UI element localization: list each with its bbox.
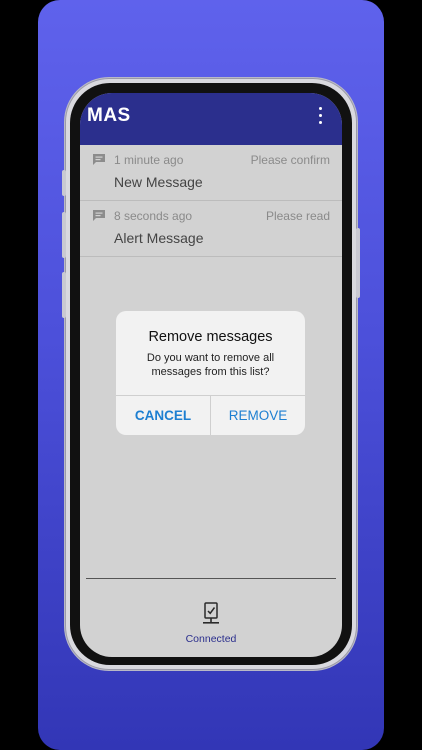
more-vert-icon[interactable] [314,107,326,125]
message-status: Please confirm [250,153,330,167]
list-item[interactable]: 1 minute ago Please confirm New Message [80,145,342,201]
app-screen: MAS 1 minute ago Please confirm New Mess… [80,93,342,657]
phone-side-button [62,272,66,318]
phone-side-button [62,170,66,196]
message-time: 8 seconds ago [114,209,193,223]
phone-side-button [356,228,360,298]
app-bar: MAS [80,93,342,145]
chat-bubble-icon [93,154,105,165]
cancel-button[interactable]: CANCEL [116,396,210,435]
footer-divider [86,578,336,579]
message-title: New Message [114,174,203,190]
message-status: Please read [265,209,330,223]
connection-status-label: Connected [185,633,237,645]
dialog-title: Remove messages [148,329,273,345]
remove-button[interactable]: REMOVE [211,396,305,435]
phone-side-button [62,212,66,258]
connected-device-icon [203,602,219,624]
message-title: Alert Message [114,230,204,246]
dialog-message: Do you want to remove all messages from … [146,352,275,378]
remove-messages-dialog: Remove messages Do you want to remove al… [116,311,305,435]
list-item[interactable]: 8 seconds ago Please read Alert Message [80,201,342,257]
message-time: 1 minute ago [114,153,184,167]
app-title: MAS [87,105,131,126]
chat-bubble-icon [93,210,105,221]
